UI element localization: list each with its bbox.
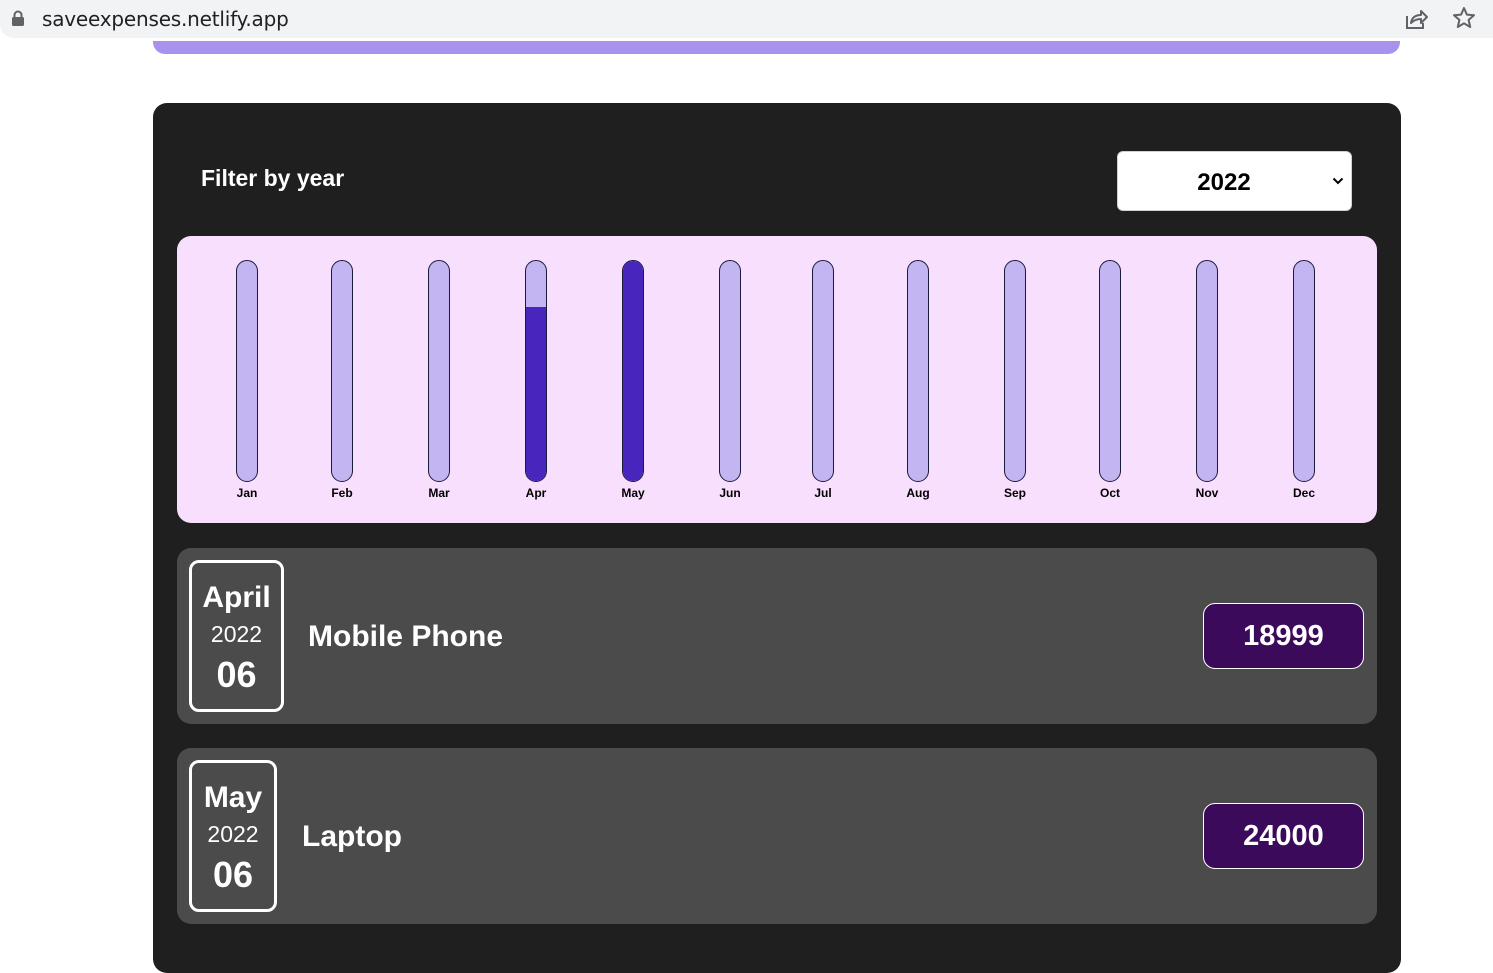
expense-title: Mobile Phone xyxy=(308,620,503,653)
chart-bar-label: Aug xyxy=(906,486,930,500)
year-select-value: 2022 xyxy=(1197,169,1251,196)
new-expense-panel-edge xyxy=(153,41,1400,54)
chart-bar-track xyxy=(331,260,353,482)
expenses-chart: Jan Feb Mar Apr May Jun Jul Aug Sep Oct Nov Dec xyxy=(177,236,1377,523)
expense-date-month: April xyxy=(202,581,271,614)
chart-bar-label: Feb xyxy=(331,486,353,500)
star-icon[interactable] xyxy=(1452,6,1476,30)
expense-date-day: 06 xyxy=(212,854,254,895)
chart-bar-label: Sep xyxy=(1003,486,1026,500)
chart-bar-label: Nov xyxy=(1195,486,1219,500)
chart-bar-track xyxy=(236,260,258,482)
chart-bar-fill xyxy=(623,261,643,481)
chevron-down-icon xyxy=(1332,177,1344,185)
chart-bar-fill xyxy=(526,306,546,481)
expenses-card: Filter by year 2022 Jan Feb Mar Apr May Jun Ju… xyxy=(153,103,1401,973)
chart-bar-track xyxy=(719,260,741,482)
share-icon[interactable] xyxy=(1403,6,1429,32)
expense-item: May 2022 06 Laptop 24000 xyxy=(177,748,1377,924)
expense-date: April 2022 06 xyxy=(189,560,284,712)
chart-bar-label: Apr xyxy=(525,486,547,500)
chart-bar-track xyxy=(1293,260,1315,482)
expense-item: April 2022 06 Mobile Phone 18999 xyxy=(177,548,1377,724)
expense-amount: 18999 xyxy=(1203,603,1364,669)
chart-bar-track xyxy=(812,260,834,482)
chart-bar-track xyxy=(1196,260,1218,482)
chart-bar-label: Oct xyxy=(1099,486,1120,500)
expense-date-month: May xyxy=(203,781,263,814)
expense-date-year: 2022 xyxy=(207,821,259,847)
chart-bar-track xyxy=(1004,260,1026,482)
chart-bar-track xyxy=(1099,260,1121,482)
expense-amount: 24000 xyxy=(1203,803,1364,869)
chart-bar-track xyxy=(428,260,450,482)
chart-bar-label: Jul xyxy=(814,486,832,500)
year-select[interactable]: 2022 xyxy=(1117,151,1352,211)
lock-icon xyxy=(12,10,24,26)
chart-bar-track xyxy=(525,260,547,482)
chart-bar-track xyxy=(622,260,644,482)
chart-bar-track xyxy=(907,260,929,482)
expense-title: Laptop xyxy=(302,820,402,853)
chart-bar-label: May xyxy=(621,486,645,500)
expense-date: May 2022 06 xyxy=(189,760,277,912)
chart-bar-label: Jan xyxy=(236,486,258,500)
expense-date-year: 2022 xyxy=(210,621,263,647)
address-url[interactable]: saveexpenses.netlify.app xyxy=(42,7,289,31)
expense-date-day: 06 xyxy=(216,654,257,695)
browser-address-bar[interactable]: saveexpenses.netlify.app xyxy=(0,0,1493,38)
chart-bar-label: Jun xyxy=(719,486,741,500)
chart-bar-label: Dec xyxy=(1292,486,1315,500)
chart-bar-label: Mar xyxy=(428,486,450,500)
filter-label: Filter by year xyxy=(201,165,345,191)
